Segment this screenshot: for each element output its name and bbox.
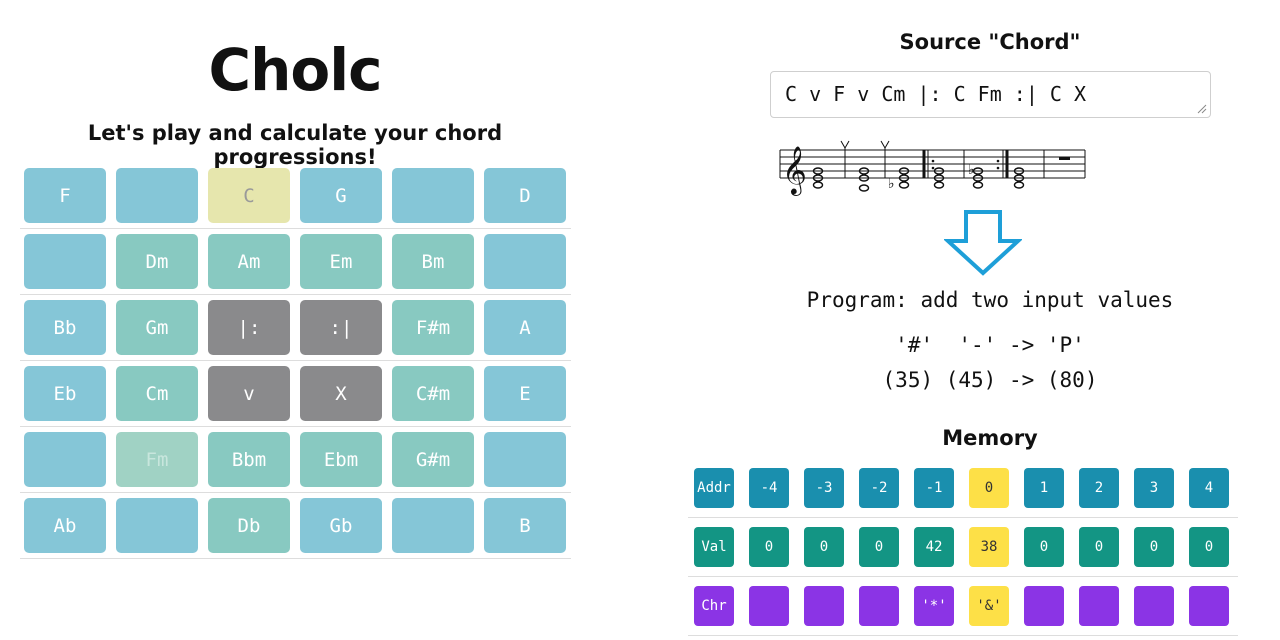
chord-pad-ab[interactable]: Ab bbox=[24, 498, 106, 553]
chord-grid-row: Ab Db Gb B bbox=[20, 493, 571, 559]
memory-cell: 0 bbox=[1134, 527, 1174, 567]
memory-cell bbox=[1189, 586, 1229, 626]
chord-pad-fm[interactable]: Fm bbox=[116, 432, 198, 487]
down-arrow-icon bbox=[944, 210, 1022, 276]
memory-cell: 4 bbox=[1189, 468, 1229, 508]
chord-pad-c[interactable]: C bbox=[208, 168, 290, 223]
svg-text:♭: ♭ bbox=[888, 176, 895, 192]
memory-cell: -1 bbox=[914, 468, 954, 508]
memory-cell: 0 bbox=[749, 527, 789, 567]
chord-grid-row: Fm Bbm Ebm G#m bbox=[20, 427, 571, 493]
chord-pad-empty-0-1[interactable] bbox=[116, 168, 198, 223]
memory-cell: 0 bbox=[969, 468, 1009, 508]
chord-pad-csharpm[interactable]: C#m bbox=[392, 366, 474, 421]
memory-row-val: Val 0 0 0 42 38 0 0 0 0 bbox=[688, 518, 1238, 577]
memory-cell bbox=[749, 586, 789, 626]
chord-pad-f[interactable]: F bbox=[24, 168, 106, 223]
chord-pad-eb[interactable]: Eb bbox=[24, 366, 106, 421]
chord-grid-row: Eb Cm v X C#m E bbox=[20, 361, 571, 427]
chord-pad-e[interactable]: E bbox=[484, 366, 566, 421]
chord-pad-grid: F C G D Dm Am Em Bm Bb Gm |::| F#m A Eb Cm v X C#m E Fm Bbm E… bbox=[20, 163, 571, 559]
resize-grip-icon[interactable] bbox=[1197, 104, 1207, 114]
svg-text:♭: ♭ bbox=[968, 162, 975, 178]
chord-pad-am[interactable]: Am bbox=[208, 234, 290, 289]
memory-cell bbox=[1134, 586, 1174, 626]
memory-cell bbox=[1079, 586, 1119, 626]
memory-cell: 0 bbox=[1189, 527, 1229, 567]
memory-cell: 0 bbox=[859, 527, 899, 567]
memory-row-header: Addr bbox=[694, 468, 734, 508]
chord-pad-db[interactable]: Db bbox=[208, 498, 290, 553]
svg-text:𝄞: 𝄞 bbox=[782, 145, 807, 196]
memory-cell: -2 bbox=[859, 468, 899, 508]
chord-pad-b[interactable]: B bbox=[484, 498, 566, 553]
memory-cell: 0 bbox=[804, 527, 844, 567]
io-chars-line: '#' '-' -> 'P' bbox=[895, 333, 1085, 357]
chord-pad-v[interactable]: v bbox=[208, 366, 290, 421]
memory-row-chr: Chr '*' '&' bbox=[688, 577, 1238, 636]
memory-row-addr: Addr -4 -3 -2 -1 0 1 2 3 4 bbox=[688, 459, 1238, 518]
memory-cell: 3 bbox=[1134, 468, 1174, 508]
chord-pad-fsharpm[interactable]: F#m bbox=[392, 300, 474, 355]
chord-pad-cm[interactable]: Cm bbox=[116, 366, 198, 421]
chord-pad-empty-4-5[interactable] bbox=[484, 432, 566, 487]
chord-grid-row: Dm Am Em Bm bbox=[20, 229, 571, 295]
source-chord-input[interactable] bbox=[770, 71, 1211, 118]
memory-cell: '*' bbox=[914, 586, 954, 626]
chord-pad-g[interactable]: G bbox=[300, 168, 382, 223]
memory-cell: 38 bbox=[969, 527, 1009, 567]
app-title: Cholc bbox=[208, 36, 383, 104]
source-heading: Source "Chord" bbox=[899, 30, 1081, 54]
memory-cell bbox=[1024, 586, 1064, 626]
memory-row-header: Val bbox=[694, 527, 734, 567]
memory-cell: 2 bbox=[1079, 468, 1119, 508]
app-subtitle: Let's play and calculate your chord prog… bbox=[87, 121, 503, 169]
music-staff-icon: 𝄞 ♭ ♭ bbox=[779, 140, 1086, 196]
memory-heading: Memory bbox=[942, 426, 1038, 450]
chord-pad-empty-1-0[interactable] bbox=[24, 234, 106, 289]
chord-pad-dm[interactable]: Dm bbox=[116, 234, 198, 289]
io-nums-line: (35) (45) -> (80) bbox=[882, 368, 1098, 392]
chord-pad-a[interactable]: A bbox=[484, 300, 566, 355]
chord-pad-empty-4-0[interactable] bbox=[24, 432, 106, 487]
chord-pad-gm[interactable]: Gm bbox=[116, 300, 198, 355]
chord-pad-em[interactable]: Em bbox=[300, 234, 382, 289]
program-description: Program: add two input values bbox=[806, 288, 1174, 312]
chord-pad-bbm[interactable]: Bbm bbox=[208, 432, 290, 487]
memory-cell: -3 bbox=[804, 468, 844, 508]
chord-pad-d[interactable]: D bbox=[484, 168, 566, 223]
memory-cell: -4 bbox=[749, 468, 789, 508]
memory-cell: 42 bbox=[914, 527, 954, 567]
chord-pad-gsharpm[interactable]: G#m bbox=[392, 432, 474, 487]
memory-cell: 0 bbox=[1024, 527, 1064, 567]
chord-pad-empty-0-4[interactable] bbox=[392, 168, 474, 223]
chord-pad-bm[interactable]: Bm bbox=[392, 234, 474, 289]
memory-cell: 0 bbox=[1079, 527, 1119, 567]
chord-pad-empty-5-1[interactable] bbox=[116, 498, 198, 553]
chord-pad-bb[interactable]: Bb bbox=[24, 300, 106, 355]
chord-pad-empty-1-5[interactable] bbox=[484, 234, 566, 289]
memory-table: Addr -4 -3 -2 -1 0 1 2 3 4 Val 0 0 0 42 38 0 0 0 0 Chr '*' '&' bbox=[688, 459, 1238, 636]
memory-cell bbox=[804, 586, 844, 626]
memory-cell: 1 bbox=[1024, 468, 1064, 508]
memory-cell bbox=[859, 586, 899, 626]
memory-row-header: Chr bbox=[694, 586, 734, 626]
chord-pad-empty-5-4[interactable] bbox=[392, 498, 474, 553]
chord-pad-barbar[interactable]: :| bbox=[300, 300, 382, 355]
chord-grid-row: Bb Gm |::| F#m A bbox=[20, 295, 571, 361]
chord-pad-ebm[interactable]: Ebm bbox=[300, 432, 382, 487]
chord-pad-barbar[interactable]: |: bbox=[208, 300, 290, 355]
memory-cell: '&' bbox=[969, 586, 1009, 626]
chord-grid-row: F CG D bbox=[20, 163, 571, 229]
chord-pad-gb[interactable]: Gb bbox=[300, 498, 382, 553]
chord-pad-x[interactable]: X bbox=[300, 366, 382, 421]
